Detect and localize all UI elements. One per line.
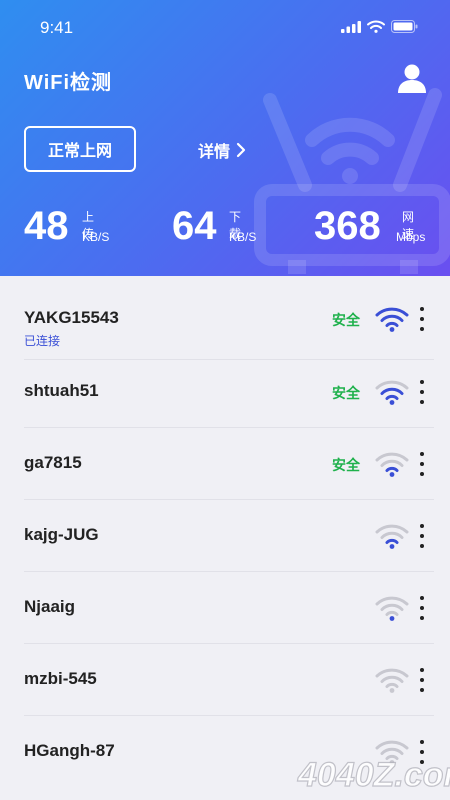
wifi-signal-icon [375,668,409,693]
wifi-signal-icon [375,596,409,621]
network-ssid: YAKG15543 [24,308,119,327]
upload-value: 48 [24,204,69,248]
details-label: 详情 [198,144,231,161]
wifi-signal-icon [375,380,409,405]
upload-unit: KB/S [82,230,110,244]
speed-value: 368 [314,204,381,248]
list-item[interactable]: YAKG15543 已连接 安全 [0,276,450,360]
user-icon[interactable] [396,62,428,94]
wifi-signal-icon [375,307,409,332]
more-vertical-icon[interactable] [414,668,430,692]
more-vertical-icon[interactable] [414,596,430,620]
status-time: 9:41 [40,18,74,37]
security-badge: 安全 [332,312,360,328]
security-badge: 安全 [332,457,360,473]
page-title: WiFi检测 [24,72,113,94]
network-ssid: mzbi-545 [24,669,97,688]
list-item[interactable]: shtuah51 安全 [0,356,450,428]
status-bar: 9:41 [0,0,450,56]
wifi-signal-icon [375,452,409,477]
download-unit: KB/S [229,230,257,244]
watermark-text: 4040Z.com [297,756,450,794]
network-ssid: kajg-JUG [24,525,99,544]
list-item[interactable]: kajg-JUG [0,500,450,572]
signal-bars-icon [341,20,361,33]
more-vertical-icon[interactable] [414,380,430,404]
network-ssid: shtuah51 [24,381,99,400]
connection-status-button[interactable]: 正常上网 [24,126,136,172]
security-badge: 安全 [332,385,360,401]
list-item[interactable]: Njaaig [0,572,450,644]
download-value: 64 [172,204,217,248]
speed-unit: Mbps [396,230,426,244]
network-ssid: Njaaig [24,597,76,616]
network-list: YAKG15543 已连接 安全 shtuah51 安全 ga7815 安全 kajg-JUG… [0,276,450,800]
watermark-logo: 4040Z.com [296,755,450,794]
list-item[interactable]: ga7815 安全 [0,428,450,500]
network-ssid: HGangh-87 [24,741,115,760]
network-ssid: ga7815 [24,453,82,472]
chevron-right-icon [236,142,246,158]
wifi-status-icon [367,20,385,33]
more-vertical-icon[interactable] [414,307,430,331]
connected-status-label: 已连接 [24,334,61,348]
more-vertical-icon[interactable] [414,524,430,548]
more-vertical-icon[interactable] [414,452,430,476]
wifi-signal-icon [375,524,409,549]
header: 9:41 WiFi检测 正常上网 详情 48 上传 KB/S 64 下载 KB/… [0,0,450,276]
details-link[interactable]: 详情 [198,138,246,162]
battery-icon [391,20,418,33]
list-item[interactable]: mzbi-545 [0,644,450,716]
